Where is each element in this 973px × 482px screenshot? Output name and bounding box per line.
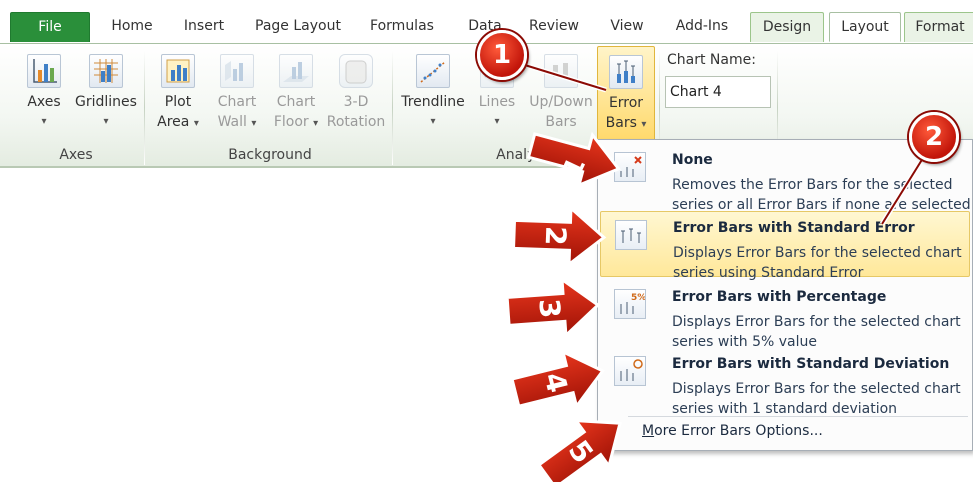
step-arrow-number: 2 bbox=[539, 225, 573, 246]
callout-badge-2: 2 bbox=[909, 112, 959, 162]
callout-badge-1: 1 bbox=[477, 30, 527, 80]
step-arrow-number: 3 bbox=[532, 298, 566, 320]
step-arrow-4: 4 bbox=[510, 349, 606, 410]
step-arrow-2: 2 bbox=[511, 205, 607, 268]
callout-pointer-line bbox=[881, 149, 929, 225]
step-arrow-5: 5 bbox=[536, 418, 622, 482]
callout-pointer-line bbox=[514, 61, 607, 91]
step-arrow-3: 3 bbox=[505, 276, 601, 339]
step-arrow-1: 1 bbox=[526, 131, 621, 188]
